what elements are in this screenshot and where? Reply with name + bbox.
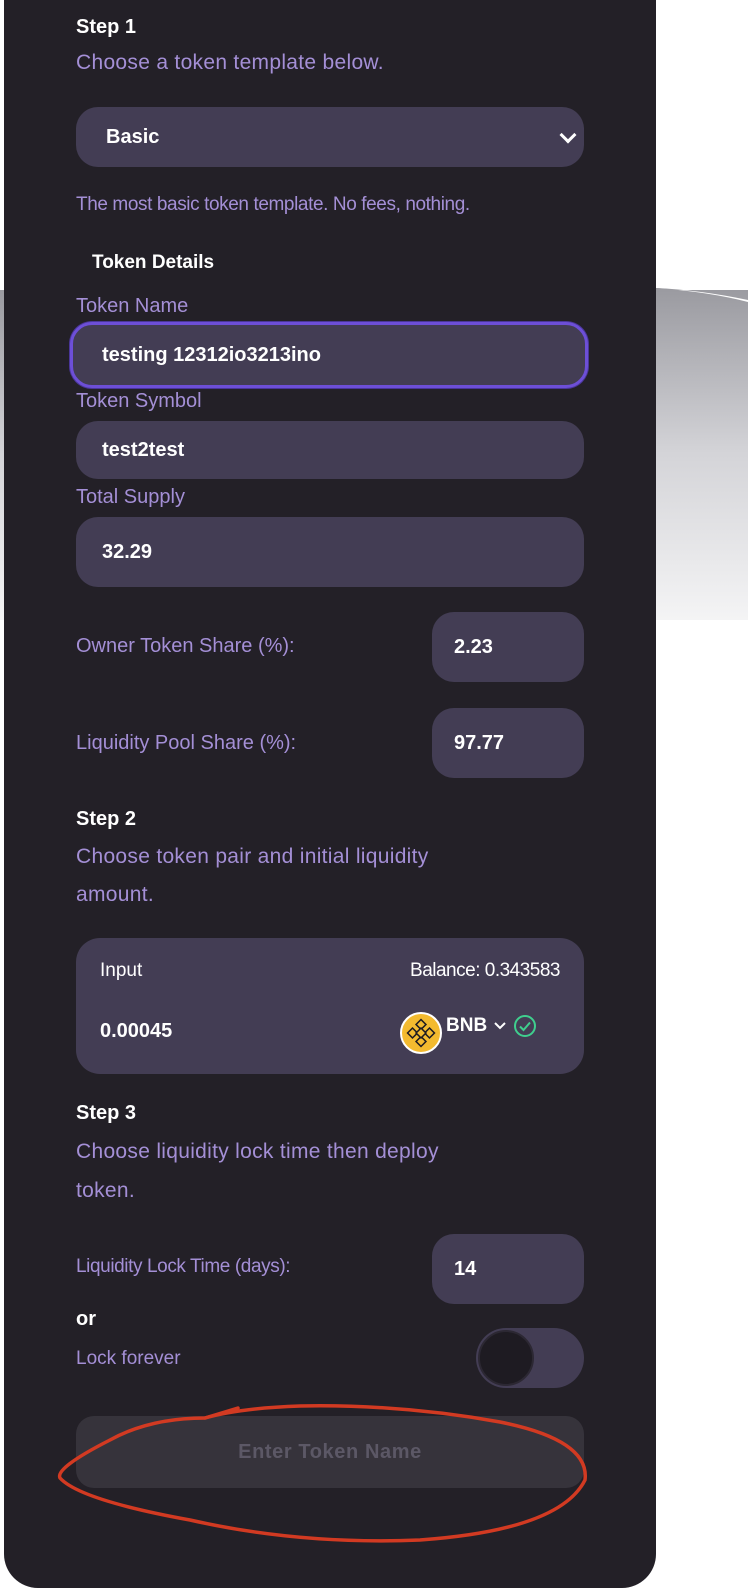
token-details-heading: Token Details xyxy=(92,252,215,273)
step1-title: Step 1 xyxy=(76,16,137,38)
step3-description-line2: token. xyxy=(76,1179,136,1202)
owner-share-label: Owner Token Share (%): xyxy=(76,635,295,657)
token-name-input[interactable]: testing 12312io3213ino xyxy=(70,322,588,388)
token-selector[interactable]: BNB xyxy=(446,1014,537,1038)
step3-title: Step 3 xyxy=(76,1102,137,1124)
total-supply-value: 32.29 xyxy=(102,540,153,563)
token-symbol-label: Token Symbol xyxy=(76,390,202,412)
total-supply-input[interactable]: 32.29 xyxy=(76,517,584,587)
lock-forever-label: Lock forever xyxy=(76,1348,181,1369)
deploy-button[interactable]: Enter Token Name xyxy=(76,1416,584,1488)
chevron-down-icon xyxy=(559,126,577,144)
lp-share-label: Liquidity Pool Share (%): xyxy=(76,732,297,754)
step2-title: Step 2 xyxy=(76,808,137,830)
liquidity-amount-input[interactable]: 0.00045 xyxy=(100,1020,172,1043)
total-supply-label: Total Supply xyxy=(76,486,185,508)
liquidity-input-panel: Input Balance: 0.343583 0.00045 BNB xyxy=(76,938,584,1074)
token-symbol-value: test2test xyxy=(102,438,185,461)
chevron-down-icon xyxy=(494,1022,506,1030)
balance-text: Balance: 0.343583 xyxy=(410,960,560,981)
deploy-button-label: Enter Token Name xyxy=(238,1440,422,1463)
or-text: or xyxy=(76,1308,96,1330)
token-symbol-input[interactable]: test2test xyxy=(76,421,584,479)
toggle-knob xyxy=(478,1330,534,1386)
token-name-value: testing 12312io3213ino xyxy=(102,343,321,366)
lp-share-input[interactable]: 97.77 xyxy=(432,708,584,778)
template-select[interactable]: Basic xyxy=(76,107,584,167)
lock-time-input[interactable]: 14 xyxy=(432,1234,584,1304)
step3-description-line1: Choose liquidity lock time then deploy xyxy=(76,1140,439,1163)
bnb-logo-icon xyxy=(400,1012,442,1054)
template-description: The most basic token template. No fees, … xyxy=(76,194,470,215)
input-label: Input xyxy=(100,960,143,981)
token-symbol-selected: BNB xyxy=(446,1015,488,1036)
lock-forever-toggle[interactable] xyxy=(476,1328,584,1388)
owner-share-input[interactable]: 2.23 xyxy=(432,612,584,682)
step1-description: Choose a token template below. xyxy=(76,51,384,74)
owner-share-value: 2.23 xyxy=(454,635,493,658)
lock-time-label: Liquidity Lock Time (days): xyxy=(76,1256,291,1277)
lp-share-value: 97.77 xyxy=(454,731,505,754)
verified-check-icon xyxy=(514,1015,537,1037)
step2-description-line1: Choose token pair and initial liquidity xyxy=(76,845,429,868)
template-select-value: Basic xyxy=(106,125,160,148)
token-name-label: Token Name xyxy=(76,295,189,317)
step2-description-line2: amount. xyxy=(76,883,154,906)
lock-time-value: 14 xyxy=(454,1257,477,1280)
